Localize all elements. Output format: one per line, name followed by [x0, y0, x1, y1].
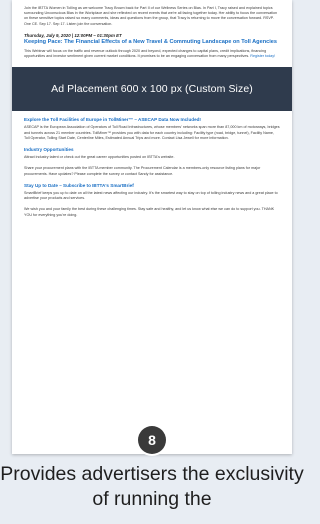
procurement-body: Share your procurement plans with the IB…	[24, 166, 261, 176]
closing-paragraph: We wish you and your family the best dur…	[24, 207, 275, 217]
ad-placement-banner[interactable]: Ad Placement 600 x 100 px (Custom Size)	[12, 67, 292, 112]
tollminer-heading[interactable]: Explore the Toll Facilities of Europe in…	[24, 117, 280, 123]
number-badge: 8	[138, 426, 166, 454]
register-link[interactable]: Register today!	[250, 54, 275, 58]
newsletter-preview: Join the IBTTA Women in Tolling as we we…	[12, 0, 292, 454]
smartbrief-body: SmartBrief keeps you up to date on all t…	[24, 191, 278, 201]
event-description: This Webinar will focus on the traffic a…	[24, 49, 280, 59]
event-headline[interactable]: Keeping Pace: The Financial Effects of a…	[24, 39, 280, 46]
ad-placement-label: Ad Placement 600 x 100 px (Custom Size)	[51, 83, 253, 96]
smartbrief-heading[interactable]: Stay Up to Date – Subscribe to IBTTA's S…	[24, 183, 280, 189]
intro-paragraph: Join the IBTTA Women in Tolling as we we…	[24, 6, 278, 26]
event-body-text: This Webinar will focus on the traffic a…	[24, 48, 267, 59]
tollminer-body: ASECAP is the European Association of Op…	[24, 125, 280, 140]
industry-opportunities-body: Attract industry talent or check out the…	[24, 155, 175, 160]
caption-text: Provides advertisers the exclusivity of …	[0, 463, 304, 510]
industry-opportunities-heading: Industry Opportunities	[24, 147, 74, 153]
